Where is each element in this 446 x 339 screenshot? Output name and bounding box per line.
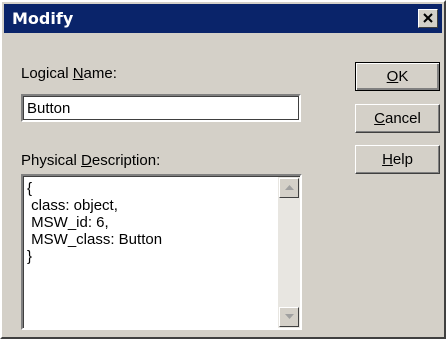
window-title: Modify — [12, 9, 74, 28]
physical-description-label: Physical Description: — [21, 152, 161, 169]
cancel-button[interactable]: Cancel — [355, 104, 440, 133]
arrow-down-icon — [285, 314, 294, 319]
logical-name-field[interactable] — [21, 94, 301, 122]
close-button[interactable] — [418, 9, 438, 28]
vertical-scrollbar[interactable] — [278, 177, 300, 328]
arrow-up-icon — [285, 185, 294, 190]
scroll-down-button[interactable] — [279, 307, 299, 327]
help-button[interactable]: Help — [355, 145, 440, 174]
scroll-up-button[interactable] — [279, 178, 299, 198]
modify-dialog: Modify Logical Name: Physical Descriptio… — [0, 0, 446, 339]
ok-button[interactable]: OK — [355, 62, 440, 91]
physical-description-text[interactable]: { class: object, MSW_id: 6, MSW_class: B… — [27, 180, 272, 265]
physical-description-field[interactable]: { class: object, MSW_id: 6, MSW_class: B… — [21, 174, 302, 330]
logical-name-input[interactable] — [27, 99, 293, 117]
logical-name-label: Logical Name: — [21, 65, 117, 82]
close-icon — [423, 13, 433, 23]
title-bar[interactable]: Modify — [4, 4, 442, 33]
